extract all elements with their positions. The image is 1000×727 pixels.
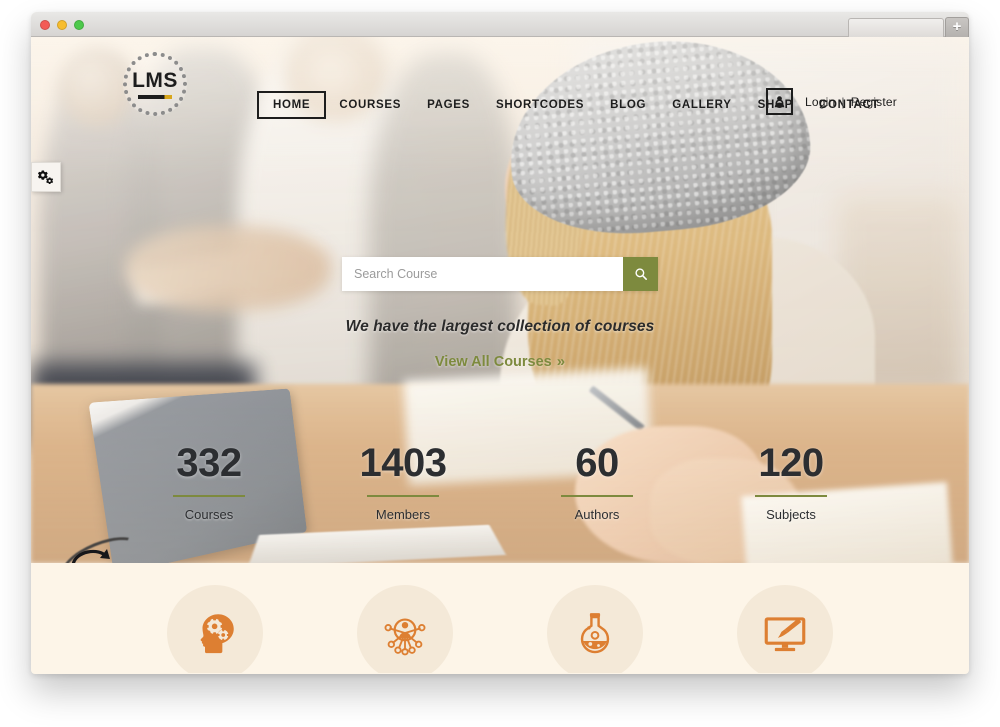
counter-rule xyxy=(755,495,827,497)
counter-value: 120 xyxy=(758,441,824,485)
counter-authors: 60 Authors xyxy=(500,443,694,522)
auth-links: Login | Register xyxy=(805,95,897,109)
browser-tab-strip: + xyxy=(848,15,969,37)
nav-item-gallery[interactable]: GALLERY xyxy=(659,92,744,118)
window-maximize-button[interactable] xyxy=(74,20,84,30)
logo-underline xyxy=(138,94,172,99)
page-viewport: LMS HOME COURSES PAGES SHORTCODES BLOG G… xyxy=(31,37,969,673)
course-search-form xyxy=(342,257,658,291)
counter-subjects: 120 Subjects xyxy=(694,443,888,522)
counter-courses: 332 Courses xyxy=(112,443,306,522)
nav-item-blog[interactable]: BLOG xyxy=(597,92,659,118)
counter-rule xyxy=(561,495,633,497)
register-link[interactable]: Register xyxy=(851,95,897,109)
account-area: Login | Register xyxy=(766,88,897,115)
search-input[interactable] xyxy=(342,257,623,291)
monitor-brush-icon[interactable] xyxy=(737,585,833,673)
loop-arrow-icon[interactable] xyxy=(69,543,115,563)
browser-titlebar: + xyxy=(31,12,969,37)
browser-tab[interactable] xyxy=(848,18,944,37)
feature-item xyxy=(310,585,500,673)
gears-settings-icon[interactable] xyxy=(31,162,61,192)
auth-separator: | xyxy=(841,94,845,109)
counter-rule xyxy=(367,495,439,497)
counter-value: 332 xyxy=(176,441,242,485)
new-tab-button[interactable]: + xyxy=(945,17,969,37)
window-minimize-button[interactable] xyxy=(57,20,67,30)
people-network-icon[interactable] xyxy=(357,585,453,673)
search-button[interactable] xyxy=(623,257,658,291)
view-all-courses-label: View All Courses xyxy=(434,354,552,370)
chevron-double-right-icon: » xyxy=(556,353,566,370)
counter-rule xyxy=(173,495,245,497)
feature-item xyxy=(120,585,310,673)
nav-item-pages[interactable]: PAGES xyxy=(414,92,483,118)
statistics-counters: 332 Courses 1403 Members 60 Authors 120 xyxy=(31,443,969,522)
hero-tagline: We have the largest collection of course… xyxy=(345,318,655,335)
head-gears-icon[interactable] xyxy=(167,585,263,673)
window-close-button[interactable] xyxy=(40,20,50,30)
counter-label: Members xyxy=(375,507,431,522)
login-link[interactable]: Login xyxy=(805,95,835,109)
feature-item xyxy=(500,585,690,673)
counter-label: Authors xyxy=(574,507,620,522)
site-logo[interactable]: LMS xyxy=(123,52,187,116)
view-all-courses-link[interactable]: View All Courses» xyxy=(435,353,565,370)
features-section xyxy=(31,563,969,673)
flask-icon[interactable] xyxy=(547,585,643,673)
hero-section: LMS HOME COURSES PAGES SHORTCODES BLOG G… xyxy=(31,37,969,563)
counter-label: Subjects xyxy=(766,507,816,522)
logo-text: LMS xyxy=(132,68,178,92)
hero-content: We have the largest collection of course… xyxy=(31,257,969,371)
nav-item-courses[interactable]: COURSES xyxy=(326,92,414,118)
nav-item-home[interactable]: HOME xyxy=(257,91,327,119)
counter-value: 60 xyxy=(575,441,619,485)
search-icon xyxy=(634,268,647,280)
site-header: LMS HOME COURSES PAGES SHORTCODES BLOG G… xyxy=(31,37,969,133)
counter-value: 1403 xyxy=(359,441,447,485)
browser-window: + LMS HOME COURSES PAGES SHORTCODES BLOG… xyxy=(31,12,969,674)
user-icon[interactable] xyxy=(766,88,793,115)
nav-item-shortcodes[interactable]: SHORTCODES xyxy=(483,92,597,118)
counter-members: 1403 Members xyxy=(306,443,500,522)
feature-item xyxy=(690,585,880,673)
counter-label: Courses xyxy=(184,507,234,522)
